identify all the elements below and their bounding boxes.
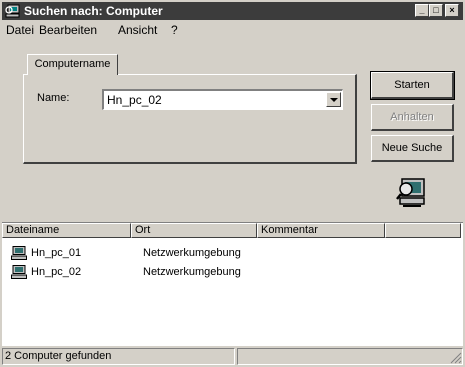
column-header-name[interactable]: Dateiname xyxy=(2,223,131,238)
name-label: Name: xyxy=(37,92,70,104)
cell-name: Hn_pc_01 xyxy=(31,247,82,259)
new-search-button[interactable]: Neue Suche xyxy=(371,135,454,162)
results-list[interactable]: Dateiname Ort Kommentar Hn_pc_01 Netzwer… xyxy=(2,222,463,346)
column-header-comment[interactable]: Kommentar xyxy=(257,223,385,238)
column-header-blank[interactable] xyxy=(385,223,461,238)
search-criteria-panel xyxy=(23,74,357,164)
name-input[interactable]: Hn_pc_02 xyxy=(107,93,162,107)
table-row[interactable]: Hn_pc_02 Netzwerkumgebung xyxy=(2,264,461,281)
close-button[interactable]: × xyxy=(445,4,459,17)
find-computer-window: Suchen nach: Computer _ □ × Datei Bearbe… xyxy=(0,0,465,367)
name-combobox[interactable]: Hn_pc_02 xyxy=(102,89,343,110)
computer-icon xyxy=(11,246,27,260)
status-text: 2 Computer gefunden xyxy=(2,348,235,365)
cell-name: Hn_pc_02 xyxy=(31,266,82,278)
computer-icon xyxy=(11,265,27,279)
start-button[interactable]: Starten xyxy=(370,71,455,100)
resize-grip-icon[interactable] xyxy=(450,352,462,364)
column-header-location[interactable]: Ort xyxy=(131,223,257,238)
window-title: Suchen nach: Computer xyxy=(24,4,163,18)
cell-location: Netzwerkumgebung xyxy=(143,247,241,259)
status-panel-secondary xyxy=(237,348,463,365)
title-bar[interactable]: Suchen nach: Computer _ □ × xyxy=(2,2,463,20)
combo-dropdown-button[interactable] xyxy=(326,92,341,107)
menu-bar: Datei Bearbeiten Ansicht ? xyxy=(2,21,463,39)
table-row[interactable]: Hn_pc_01 Netzwerkumgebung xyxy=(2,245,461,262)
find-computer-icon xyxy=(396,178,425,207)
menu-bearbeiten[interactable]: Bearbeiten xyxy=(39,23,97,37)
chevron-down-icon xyxy=(330,98,338,102)
menu-datei[interactable]: Datei xyxy=(6,23,34,37)
menu-help[interactable]: ? xyxy=(171,23,178,37)
find-computer-icon xyxy=(5,4,20,18)
menu-ansicht[interactable]: Ansicht xyxy=(118,23,157,37)
tab-computername[interactable]: Computername xyxy=(27,54,118,75)
maximize-button[interactable]: □ xyxy=(429,4,443,17)
minimize-button[interactable]: _ xyxy=(415,4,429,17)
status-bar: 2 Computer gefunden xyxy=(2,347,463,365)
cell-location: Netzwerkumgebung xyxy=(143,266,241,278)
stop-button[interactable]: Anhalten xyxy=(371,104,454,131)
